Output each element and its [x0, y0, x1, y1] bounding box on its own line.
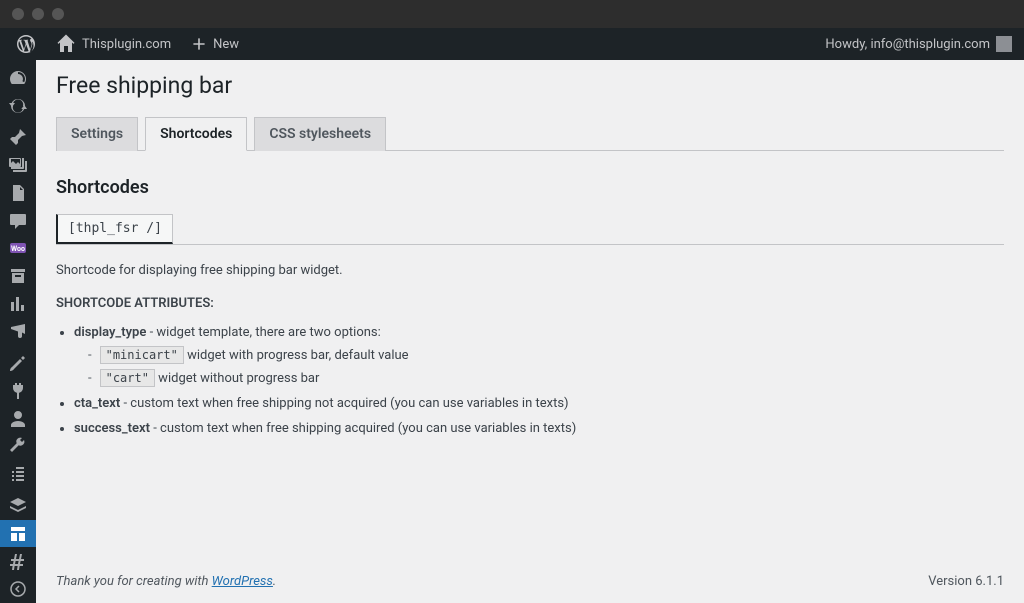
collapse-icon — [8, 579, 28, 599]
home-icon — [56, 34, 76, 54]
site-name-link[interactable]: Thisplugin.com — [48, 28, 179, 60]
user-avatar[interactable] — [996, 36, 1012, 52]
opt-minicart: "minicart" widget with progress bar, def… — [88, 348, 1004, 363]
sidebar-item-woocommerce[interactable]: Woo — [0, 234, 36, 262]
attr-desc: - custom text when free shipping not acq… — [120, 396, 568, 411]
admin-footer: Thank you for creating with WordPress. V… — [56, 556, 1004, 603]
tab-shortcodes[interactable]: Shortcodes — [145, 117, 247, 151]
media-icon — [8, 155, 28, 175]
attr-success-text: success_text - custom text when free shi… — [74, 421, 1004, 436]
wordpress-link[interactable]: WordPress — [212, 574, 273, 589]
sidebar-item-comments[interactable] — [0, 207, 36, 235]
opt-desc: widget without progress bar — [155, 371, 319, 386]
minimize-window-dot[interactable] — [32, 8, 44, 20]
attributes-list: display_type - widget template, there ar… — [56, 325, 1004, 446]
page-title: Free shipping bar — [56, 72, 1004, 99]
footer-pre-text: Thank you for creating with — [56, 574, 212, 589]
chart-bar-icon — [8, 294, 28, 314]
sidebar-item-users[interactable] — [0, 405, 36, 433]
opt-desc: widget with progress bar, default value — [184, 348, 409, 363]
sidebar-item-pages[interactable] — [0, 179, 36, 207]
footer-version: Version 6.1.1 — [928, 574, 1004, 589]
tab-settings[interactable]: Settings — [56, 117, 138, 151]
sidebar-item-generic-2[interactable] — [0, 547, 36, 575]
footer-post-text: . — [273, 574, 276, 589]
pin-icon — [8, 127, 28, 147]
sidebar-item-tools[interactable] — [0, 433, 36, 461]
attr-name: cta_text — [74, 396, 120, 411]
megaphone-icon — [8, 321, 28, 341]
opt-code: "cart" — [100, 369, 155, 387]
sidebar-item-dashboard[interactable] — [0, 64, 36, 92]
sidebar-item-plugins[interactable] — [0, 377, 36, 405]
sidebar-item-products[interactable] — [0, 262, 36, 290]
opt-cart: "cart" widget without progress bar — [88, 371, 1004, 386]
admin-top-bar: Thisplugin.com New Howdy, info@thisplugi… — [0, 28, 1024, 60]
update-icon — [8, 96, 28, 116]
woo-icon: Woo — [8, 238, 28, 258]
new-label: New — [213, 37, 239, 52]
sidebar-item-marketing[interactable] — [0, 318, 36, 346]
brush-icon — [8, 353, 28, 373]
section-heading: Shortcodes — [56, 177, 1004, 198]
separator-line — [56, 244, 1004, 245]
sidebar-item-media[interactable] — [0, 151, 36, 179]
page-icon — [8, 183, 28, 203]
attributes-heading: SHORTCODE ATTRIBUTES: — [56, 296, 1004, 311]
tab-css-stylesheets[interactable]: CSS stylesheets — [254, 117, 386, 151]
site-name-label: Thisplugin.com — [82, 37, 171, 52]
wrench-icon — [8, 436, 28, 456]
plus-icon — [191, 36, 207, 52]
zoom-window-dot[interactable] — [52, 8, 64, 20]
attr-name: display_type — [74, 325, 146, 340]
sidebar-item-generic-1[interactable] — [0, 492, 36, 520]
attr-desc: - widget template, there are two options… — [146, 325, 380, 340]
main-content: Free shipping bar Settings Shortcodes CS… — [36, 60, 1024, 603]
dashboard-icon — [8, 68, 28, 88]
sidebar-item-updates[interactable] — [0, 92, 36, 120]
wordpress-icon — [16, 34, 36, 54]
admin-sidebar: Woo — [0, 60, 36, 603]
layers-icon — [8, 496, 28, 516]
wp-logo-menu[interactable] — [8, 28, 44, 60]
shortcode-code: [thpl_fsr /] — [56, 214, 173, 244]
footer-thankyou: Thank you for creating with WordPress. — [56, 574, 276, 589]
attr-display-type: display_type - widget template, there ar… — [74, 325, 1004, 386]
attr-name: success_text — [74, 421, 150, 436]
sidebar-item-analytics[interactable] — [0, 290, 36, 318]
window-titlebar — [0, 0, 1024, 28]
sidebar-item-settings[interactable] — [0, 460, 36, 488]
sidebar-item-collapse[interactable] — [0, 575, 36, 603]
plugin-icon — [8, 381, 28, 401]
howdy-greeting[interactable]: Howdy, info@thisplugin.com — [825, 37, 990, 52]
svg-text:Woo: Woo — [11, 245, 25, 253]
opt-code: "minicart" — [100, 346, 184, 364]
plugin-active-icon — [8, 524, 28, 544]
sidebar-item-thisplugin[interactable] — [0, 520, 36, 548]
close-window-dot[interactable] — [12, 8, 24, 20]
attr-cta-text: cta_text - custom text when free shippin… — [74, 396, 1004, 411]
hash-icon — [8, 551, 28, 571]
display-type-options: "minicart" widget with progress bar, def… — [74, 348, 1004, 386]
user-icon — [8, 409, 28, 429]
new-content-menu[interactable]: New — [183, 28, 247, 60]
shortcode-description: Shortcode for displaying free shipping b… — [56, 263, 1004, 278]
sidebar-item-posts[interactable] — [0, 124, 36, 152]
settings-icon — [8, 464, 28, 484]
attr-desc: - custom text when free shipping acquire… — [150, 421, 576, 436]
tabs-nav: Settings Shortcodes CSS stylesheets — [56, 117, 1004, 151]
archive-icon — [8, 266, 28, 286]
comment-icon — [8, 211, 28, 231]
sidebar-item-appearance[interactable] — [0, 349, 36, 377]
